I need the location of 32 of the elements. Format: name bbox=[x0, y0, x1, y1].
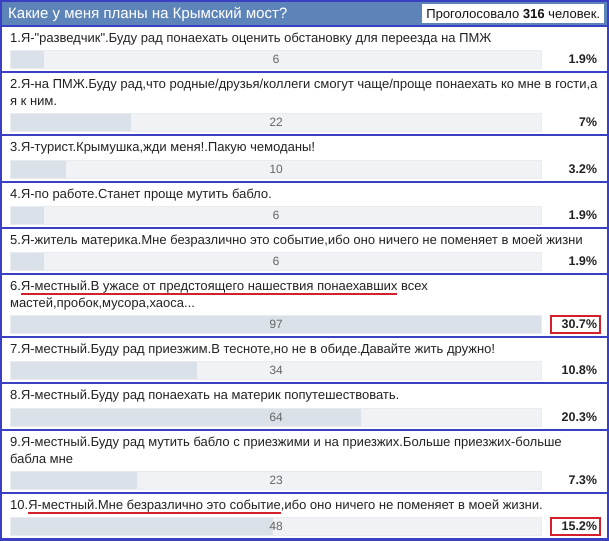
vote-count: 23 bbox=[268, 472, 284, 489]
vote-count: 22 bbox=[268, 114, 284, 132]
vote-count: 6 bbox=[272, 253, 280, 270]
option-text: 3.Я-турист.Крымушка,жди меня!.Пакую чемоданы! bbox=[10, 138, 316, 156]
option-text: 8.Я-местный.Буду рад понаехать на материк попутешествовать. bbox=[10, 386, 400, 404]
vote-count: 34 bbox=[268, 362, 284, 380]
poll-title: Какие у меня планы на Крымский мост? bbox=[8, 5, 288, 22]
vote-percent: 1.9% bbox=[568, 206, 598, 224]
option-text: 9.Я-местный.Буду рад мутить бабло с приезжими и на приезжих.Больше приезжих-больше бабла мне bbox=[10, 432, 563, 467]
vote-count: 6 bbox=[272, 51, 280, 68]
vote-count: 6 bbox=[272, 206, 280, 224]
vote-percent: 15.2% bbox=[550, 517, 601, 536]
vote-percent: 3.2% bbox=[568, 160, 598, 178]
option-text: 10.Я-местный.Мне безразлично это событие,ибо оно ничего не поменяет в моей жизни. bbox=[10, 496, 544, 513]
vote-percent: 10.8% bbox=[560, 362, 598, 380]
vote-percent: 7% bbox=[578, 114, 598, 132]
vote-percent: 1.9% bbox=[568, 51, 598, 68]
option-text: 5.Я-житель материка.Мне безразлично это событие,ибо оно ничего не поменяет в моей жизни bbox=[10, 230, 584, 248]
vote-count: 10 bbox=[268, 160, 284, 178]
option-text: 7.Я-местный.Буду рад приезжим.В тесноте,но не в обиде.Давайте жить дружно! bbox=[10, 340, 496, 358]
option-text: 1.Я-"разведчик".Буду рад понаехать оценить обстановку для переезда на ПМЖ bbox=[10, 29, 492, 46]
option-text: 4.Я-по работе.Станет проще мутить бабло. bbox=[10, 184, 273, 202]
vote-count: 48 bbox=[268, 518, 284, 536]
vote-count: 97 bbox=[268, 316, 284, 334]
vote-percent: 7.3% bbox=[568, 472, 598, 489]
vote-total: Проголосовало 316 человек. bbox=[422, 4, 604, 23]
option-text: 2.Я-на ПМЖ.Буду рад,что родные/друзья/коллеги смогут чаще/проще понаехать ко мне в гости,а я к ним. bbox=[10, 75, 598, 110]
option-text: 6.Я-местный.В ужасе от предстоящего нашествия понаехавших всех мастей,пробок,мусора,хаоса... bbox=[10, 277, 429, 312]
vote-percent: 1.9% bbox=[568, 253, 598, 270]
vote-percent: 30.7% bbox=[550, 315, 601, 334]
vote-percent: 20.3% bbox=[560, 408, 598, 426]
vote-count: 64 bbox=[268, 408, 284, 426]
